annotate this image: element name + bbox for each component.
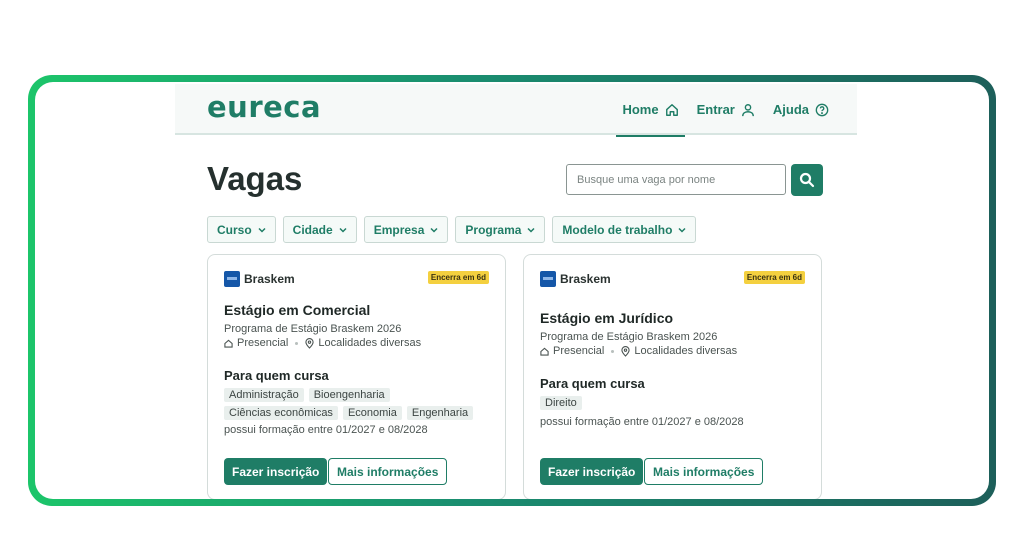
nav-entrar-label: Entrar	[696, 102, 735, 117]
building-icon	[224, 339, 233, 348]
nav-ajuda-label: Ajuda	[772, 102, 809, 117]
chevron-down-icon	[527, 227, 535, 233]
apply-button[interactable]: Fazer inscrição	[540, 458, 644, 485]
course-tags: Administração Bioengenharia Ciências eco…	[224, 388, 494, 420]
location-pin-icon	[621, 345, 630, 357]
page: eureca Home Entrar Ajuda Vagas Busque um…	[175, 84, 857, 499]
filter-empresa[interactable]: Empresa	[363, 216, 449, 243]
nav-entrar[interactable]: Entrar	[691, 84, 761, 135]
apply-button[interactable]: Fazer inscrição	[224, 458, 328, 485]
deadline-badge: Encerra em 6d	[427, 271, 489, 284]
home-icon	[665, 103, 678, 116]
help-icon	[815, 103, 829, 116]
filter-curso-label: Curso	[217, 222, 252, 237]
job-meta: Presencial Localidades diversas	[540, 345, 737, 357]
more-info-button[interactable]: Mais informações	[644, 458, 764, 485]
work-mode: Presencial	[237, 337, 289, 349]
filter-programa-label: Programa	[465, 222, 522, 237]
courses-heading: Para quem cursa	[540, 376, 645, 391]
graduation-note: possui formação entre 01/2027 e 08/2028	[224, 424, 428, 436]
course-tag: Direito	[540, 396, 582, 410]
company-name: Braskem	[560, 272, 611, 286]
search-icon	[799, 172, 815, 188]
top-header: eureca Home Entrar Ajuda	[175, 84, 857, 137]
braskem-logo	[540, 271, 556, 287]
course-tags: Direito	[540, 396, 810, 410]
separator-dot	[295, 341, 299, 345]
course-tag: Ciências econômicas	[224, 406, 338, 420]
job-meta: Presencial Localidades diversas	[224, 337, 421, 349]
building-icon	[540, 347, 549, 356]
company-name: Braskem	[244, 272, 295, 286]
course-tag: Administração	[224, 388, 304, 402]
course-tag: Economia	[342, 406, 402, 420]
company-header: Braskem	[224, 271, 295, 287]
filter-modelo-de-trabalho[interactable]: Modelo de trabalho	[552, 216, 697, 243]
filter-modelo-label: Modelo de trabalho	[562, 222, 673, 237]
eureca-logo[interactable]: eureca	[207, 90, 321, 124]
filter-programa[interactable]: Programa	[455, 216, 546, 243]
page-title: Vagas	[207, 160, 303, 197]
job-title[interactable]: Estágio em Comercial	[224, 302, 370, 318]
chevron-down-icon	[430, 227, 438, 233]
chevron-down-icon	[258, 227, 266, 233]
more-info-button[interactable]: Mais informações	[328, 458, 448, 485]
program-name: Programa de Estágio Braskem 2026	[224, 323, 402, 335]
search-input[interactable]	[566, 164, 786, 195]
braskem-logo	[224, 271, 240, 287]
job-card[interactable]: Braskem Encerra em 6d Estágio em Comerci…	[207, 254, 506, 499]
graduation-note: possui formação entre 01/2027 e 08/2028	[540, 416, 744, 428]
chevron-down-icon	[678, 227, 686, 233]
work-mode: Presencial	[553, 345, 605, 357]
job-location: Localidades diversas	[634, 345, 738, 357]
chevron-down-icon	[339, 227, 347, 233]
frame-inner: eureca Home Entrar Ajuda Vagas Busque um…	[35, 82, 989, 499]
search-button[interactable]	[791, 164, 823, 196]
course-tag: Bioengenharia	[308, 388, 390, 402]
filter-curso[interactable]: Curso	[207, 216, 276, 243]
course-tag: Engenharia	[406, 406, 474, 420]
nav-home[interactable]: Home	[616, 84, 685, 137]
location-pin-icon	[305, 337, 314, 349]
job-card[interactable]: Braskem Encerra em 6d Estágio em Jurídic…	[523, 254, 822, 499]
screenshot-frame: eureca Home Entrar Ajuda Vagas Busque um…	[28, 75, 996, 506]
separator-dot	[611, 349, 615, 353]
program-name: Programa de Estágio Braskem 2026	[540, 331, 718, 343]
courses-heading: Para quem cursa	[224, 368, 329, 383]
user-icon	[741, 103, 754, 116]
nav-ajuda[interactable]: Ajuda	[767, 84, 835, 135]
job-title[interactable]: Estágio em Jurídico	[540, 310, 673, 326]
nav-home-label: Home	[622, 102, 659, 117]
filter-cidade[interactable]: Cidade	[282, 216, 357, 243]
main-nav: Home Entrar Ajuda	[616, 84, 835, 137]
filter-cidade-label: Cidade	[292, 222, 333, 237]
deadline-badge: Encerra em 6d	[743, 271, 805, 284]
filter-bar: Curso Cidade Empresa Programa Modelo de …	[207, 216, 697, 243]
filter-empresa-label: Empresa	[373, 222, 425, 237]
job-location: Localidades diversas	[318, 337, 422, 349]
company-header: Braskem	[540, 271, 611, 287]
